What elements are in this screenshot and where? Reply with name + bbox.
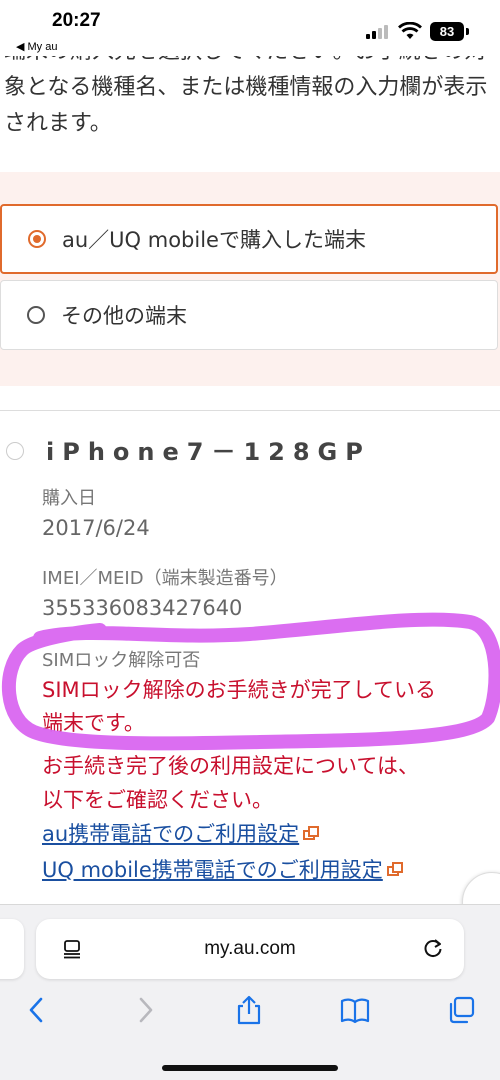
wifi-icon bbox=[398, 22, 422, 39]
signal-icon bbox=[366, 25, 390, 39]
imei-value: 355336083427640 bbox=[42, 596, 243, 620]
note-line-1: お手続き完了後の利用設定については、 bbox=[42, 754, 419, 778]
radio-selected-icon[interactable] bbox=[28, 230, 46, 248]
sim-lock-status-line-1: SIMロック解除のお手続きが完了している bbox=[42, 678, 437, 702]
external-link-icon bbox=[303, 826, 320, 840]
bookmarks-icon[interactable] bbox=[340, 995, 370, 1025]
external-link-icon bbox=[386, 862, 403, 876]
battery-tip bbox=[466, 28, 469, 35]
au-settings-link-label[interactable]: au携帯電話でのご利用設定 bbox=[42, 822, 299, 846]
intro-line-2: 象となる機種名、または機種情報の入力欄が表示 bbox=[4, 75, 488, 100]
back-icon[interactable] bbox=[22, 995, 52, 1025]
uq-settings-link[interactable]: UQ mobile携帯電話でのご利用設定 bbox=[42, 854, 403, 884]
purchase-source-options: au／UQ mobileで購入した端末 その他の端末 bbox=[0, 172, 500, 386]
purchase-date-label: 購入日 bbox=[42, 488, 96, 509]
radio-unselected-icon[interactable] bbox=[27, 306, 45, 324]
option-au-uq-label: au／UQ mobileで購入した端末 bbox=[62, 228, 366, 252]
share-icon[interactable] bbox=[234, 995, 264, 1025]
status-time: 20:27 bbox=[52, 10, 101, 31]
section-divider bbox=[0, 410, 500, 411]
url-text[interactable]: my.au.com bbox=[36, 938, 464, 960]
address-bar[interactable]: my.au.com bbox=[36, 919, 464, 979]
device-radio-icon[interactable] bbox=[6, 442, 24, 460]
uq-settings-link-label[interactable]: UQ mobile携帯電話でのご利用設定 bbox=[42, 858, 383, 882]
option-other-label: その他の端末 bbox=[61, 304, 187, 328]
forward-icon[interactable] bbox=[130, 995, 160, 1025]
back-to-app-link[interactable]: ◀ My au bbox=[16, 40, 57, 53]
device-name: iPhone7－128GP bbox=[46, 438, 371, 466]
browser-toolbar: my.au.com bbox=[0, 904, 500, 1080]
sim-lock-label: SIMロック解除可否 bbox=[42, 650, 201, 671]
imei-label: IMEI／MEID（端末製造番号） bbox=[42, 568, 288, 589]
purchase-date-value: 2017/6/24 bbox=[42, 516, 150, 540]
status-bar: 20:27 ◀ My au 83 bbox=[0, 0, 500, 56]
reload-icon[interactable] bbox=[422, 937, 444, 959]
battery-icon: 83 bbox=[430, 22, 464, 41]
intro-line-3: されます。 bbox=[4, 111, 112, 136]
option-au-uq-device[interactable]: au／UQ mobileで購入した端末 bbox=[0, 204, 498, 274]
previous-tab-preview[interactable] bbox=[0, 919, 24, 979]
au-settings-link[interactable]: au携帯電話でのご利用設定 bbox=[42, 818, 320, 848]
tabs-icon[interactable] bbox=[446, 995, 476, 1025]
home-indicator bbox=[162, 1065, 338, 1071]
sim-lock-status-line-2: 端末です。 bbox=[42, 711, 145, 735]
option-other-device[interactable]: その他の端末 bbox=[0, 280, 498, 350]
note-line-2: 以下をご確認ください。 bbox=[42, 788, 273, 812]
